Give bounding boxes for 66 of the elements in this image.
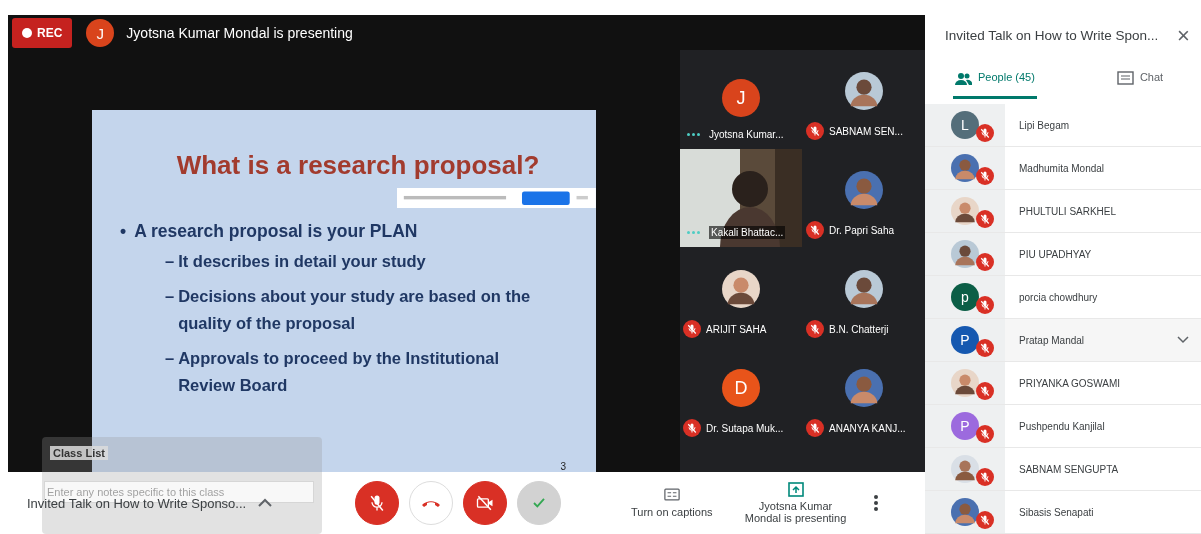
participant-row[interactable]: PHULTULI SARKHEL xyxy=(925,190,1201,233)
bullet-text: Approvals to proceed by the Institutional Review Board xyxy=(178,348,501,396)
participant-name: PRIYANKA GOSWAMI xyxy=(1019,377,1122,389)
participant-name: Pratap Mandal xyxy=(1019,334,1086,346)
avatar-letter: P xyxy=(951,326,979,354)
slide-title: What is a research proposal? xyxy=(175,150,541,181)
participant-name: Dr. Sutapa Muk... xyxy=(706,422,784,434)
dash-mark: – xyxy=(165,348,175,369)
participant-row[interactable]: Sibasis Senapati xyxy=(925,491,1201,534)
participant-name: Pushpendu Kanjilal xyxy=(1019,420,1106,432)
chevron-icon[interactable] xyxy=(1177,336,1189,344)
avatar-letter: p xyxy=(951,283,979,311)
recording-badge: REC xyxy=(12,18,73,48)
participant-name: SABNAM SEN... xyxy=(829,125,903,137)
participant-name: ARIJIT SAHA xyxy=(706,323,767,335)
participant-name: ANANYA KANJ... xyxy=(829,422,906,434)
participant-row[interactable]: SABNAM SENGUPTA xyxy=(925,448,1201,491)
participant-row[interactable]: P Pratap Mandal xyxy=(925,319,1201,362)
present-icon xyxy=(787,482,804,497)
participant-name: Lipi Begam xyxy=(1019,119,1071,131)
participant-name: porcia chowdhury xyxy=(1019,291,1099,303)
presenting-button[interactable]: Jyotsna Kumar Mondal is presenting xyxy=(740,482,851,524)
participant-name: Sibasis Senapati xyxy=(1019,506,1095,518)
participant-name: Jyotsna Kumar... xyxy=(709,129,784,140)
chat-icon xyxy=(1116,71,1134,87)
record-dot-icon xyxy=(22,28,32,38)
panel-tab[interactable]: People (45) xyxy=(953,71,1037,100)
captions-button[interactable]: Turn on captions xyxy=(631,488,713,518)
presenting-text: Jyotsna Kumar Mondal is presenting xyxy=(126,25,353,41)
avatar-letter: D xyxy=(722,369,760,407)
phone-icon xyxy=(422,499,440,507)
page-number: 3 xyxy=(560,461,566,472)
camera-icon xyxy=(475,493,495,513)
participant-row[interactable]: PIU UPADHYAY xyxy=(925,233,1201,276)
caret-icon[interactable] xyxy=(258,498,273,508)
participant-name: PIU UPADHYAY xyxy=(1019,248,1093,260)
meeting-title: Invited Talk on How to Write Spon... xyxy=(945,28,1160,44)
avatar-letter: J xyxy=(722,79,760,117)
bullet-mark: • xyxy=(120,221,127,242)
participant-row[interactable]: P Pushpendu Kanjilal xyxy=(925,405,1201,448)
participant-name: B.N. Chatterji xyxy=(829,323,889,335)
participant-row[interactable]: p porcia chowdhury xyxy=(925,276,1201,319)
dash-mark: – xyxy=(165,251,175,272)
camera-button[interactable] xyxy=(463,481,507,525)
close-button[interactable]: × xyxy=(1177,22,1190,49)
people-icon xyxy=(955,71,972,87)
dash-mark: – xyxy=(165,286,175,307)
check-button[interactable] xyxy=(517,481,561,525)
participant-name: Madhumita Mondal xyxy=(1019,162,1106,174)
participant-row[interactable]: PRIYANKA GOSWAMI xyxy=(925,362,1201,405)
participant-name: Kakali Bhattac... xyxy=(709,226,786,239)
panel-title: Class List xyxy=(50,446,108,460)
bullet-text: Decisions about your study are based on the quality of the proposal xyxy=(178,286,532,334)
avatar-letter: L xyxy=(951,111,979,139)
participant-row[interactable]: Madhumita Mondal xyxy=(925,147,1201,190)
participant-name: Dr. Papri Saha xyxy=(829,224,895,236)
panel-tab[interactable]: Chat xyxy=(1114,71,1166,100)
captions-icon xyxy=(663,488,680,501)
bullet-text: A research proposal is your PLAN xyxy=(134,221,418,242)
bullet-text: It describes in detail your study xyxy=(178,251,427,272)
microphone-button[interactable] xyxy=(355,481,399,525)
avatar-letter: P xyxy=(951,412,979,440)
presenter-avatar: J xyxy=(86,19,115,47)
participant-row[interactable]: L Lipi Begam xyxy=(925,104,1201,147)
participant-name: SABNAM SENGUPTA xyxy=(1019,463,1120,475)
participant-name: PHULTULI SARKHEL xyxy=(1019,205,1118,217)
